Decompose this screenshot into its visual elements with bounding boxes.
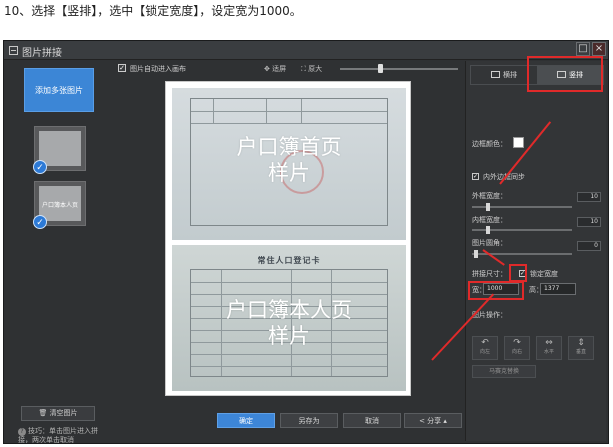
ok-button[interactable]: 确定 [217, 413, 275, 428]
photo2-text-line1: 户口簿本人页 [226, 298, 352, 322]
chevron-up-icon: ▴ [441, 417, 447, 425]
outer-width-label: 外框宽度： [472, 192, 507, 200]
title-bar: 图片拼接 □ × [4, 41, 608, 60]
stitch-size-label: 拼接尺寸： [472, 270, 507, 278]
photo1-text-line2: 样片 [268, 161, 310, 185]
inner-width-label: 内框宽度： [472, 216, 507, 224]
photo1-text-line1: 户口簿首页 [236, 135, 342, 159]
help-icon: ? [18, 428, 26, 436]
rotate-left-button[interactable]: ↶ 向左 [472, 336, 498, 360]
outer-width-slider[interactable] [472, 203, 572, 211]
flip-vertical-label: 垂直 [575, 349, 586, 355]
corner-radius-input[interactable]: 0 [577, 241, 601, 251]
height-input[interactable]: 1377 [540, 283, 576, 295]
tip-label: 技巧：单击图片进入拼接，两次单击取消 [18, 427, 98, 444]
border-color-label: 边框颜色： [472, 140, 507, 148]
cancel-button[interactable]: 取消 [343, 413, 401, 428]
lock-width-label: 锁定宽度 [530, 270, 558, 278]
tab-horizontal-label: 横排 [503, 71, 517, 79]
rotate-right-label: 向右 [511, 349, 522, 355]
rotate-left-label: 向左 [479, 349, 490, 355]
check-icon: ✓ [33, 215, 47, 229]
border-color-swatch[interactable] [513, 137, 524, 148]
fit-icon: ✥ [264, 65, 273, 73]
flip-vertical-button[interactable]: ⇕ 垂直 [568, 336, 594, 360]
clear-images-label: 清空图片 [49, 409, 78, 417]
save-as-button[interactable]: 另存为 [280, 413, 338, 428]
annotation-box-width-field [468, 281, 524, 300]
app-window: 图片拼接 □ × 添加多张图片 ✓ 户口簿本人页 ✓ 🗑 清空图片 ? 技巧：单击… [3, 40, 609, 444]
zoom-slider[interactable] [340, 64, 458, 73]
thumbnail-2[interactable]: 户口簿本人页 ✓ [33, 181, 86, 229]
slider-handle[interactable] [486, 203, 490, 211]
inner-width-slider[interactable] [472, 226, 572, 234]
trash-icon: 🗑 [38, 409, 50, 417]
mosaic-replace-button[interactable]: 马赛克替换 [472, 365, 536, 378]
flip-horizontal-icon: ⇔ [545, 338, 553, 348]
share-button[interactable]: < 分享 ▴ [404, 413, 462, 428]
horizontal-layout-icon [491, 71, 500, 78]
flip-vertical-icon: ⇕ [577, 338, 585, 348]
share-label: 分享 [427, 417, 442, 425]
canvas-toolbar: ✓ 图片自动进入画布 ✥ 适屏 ⛶ 原大 [112, 62, 462, 76]
original-size-button[interactable]: ⛶ 原大 [301, 64, 322, 74]
photo2-header: 常住人口登记卡 [257, 256, 321, 265]
photo2-text-line2: 样片 [268, 324, 310, 348]
stitch-canvas[interactable]: 户口簿首页 样片 常住人口登记卡 户口簿本人页 样片 [165, 81, 411, 396]
instruction-caption: 10、选择【竖排】，选中【锁定宽度】，设定宽为1000。 [4, 4, 302, 18]
share-icon: < [419, 417, 428, 425]
auto-fit-label: 图片自动进入画布 [130, 65, 186, 73]
thumbnail-image [39, 131, 81, 166]
flip-horizontal-button[interactable]: ⇔ 水平 [536, 336, 562, 360]
photo-household-personal-page[interactable]: 常住人口登记卡 户口簿本人页 样片 [172, 245, 406, 391]
annotation-box-vertical-tab [527, 56, 603, 92]
thumbnail-image: 户口簿本人页 [39, 186, 81, 221]
original-label: 原大 [308, 65, 323, 73]
slider-handle[interactable] [474, 250, 478, 258]
corner-radius-label: 图片圆角： [472, 239, 507, 247]
rotate-right-button[interactable]: ↷ 向右 [504, 336, 530, 360]
close-button[interactable]: × [592, 42, 606, 56]
clear-images-button[interactable]: 🗑 清空图片 [21, 406, 95, 421]
slider-handle[interactable] [486, 226, 490, 234]
inner-width-input[interactable]: 10 [577, 217, 601, 227]
thumbnail-column: 添加多张图片 ✓ 户口簿本人页 ✓ 🗑 清空图片 ? 技巧：单击图片进入拼接，两次… [14, 61, 102, 444]
auto-fit-checkbox[interactable]: ✓ [118, 64, 126, 72]
add-images-button[interactable]: 添加多张图片 [24, 68, 94, 112]
fit-label: 适屏 [272, 65, 287, 73]
zoom-slider-handle[interactable] [378, 64, 383, 73]
window-title: 图片拼接 [22, 48, 62, 59]
maximize-button[interactable]: □ [576, 42, 590, 56]
flip-horizontal-label: 水平 [543, 349, 554, 355]
check-icon: ✓ [33, 160, 47, 174]
photo-household-first-page[interactable]: 户口簿首页 样片 [172, 88, 406, 240]
fit-screen-button[interactable]: ✥ 适屏 [264, 64, 286, 74]
thumbnail-1[interactable]: ✓ [33, 126, 86, 174]
app-icon [9, 46, 18, 55]
sync-border-checkbox[interactable]: ✓ [472, 173, 479, 180]
rotate-left-icon: ↶ [481, 338, 489, 348]
rotate-right-icon: ↷ [513, 338, 521, 348]
tip-text: ? 技巧：单击图片进入拼接，两次单击取消 [18, 427, 100, 445]
outer-width-input[interactable]: 10 [577, 192, 601, 202]
annotation-box-lock-width [509, 264, 527, 282]
